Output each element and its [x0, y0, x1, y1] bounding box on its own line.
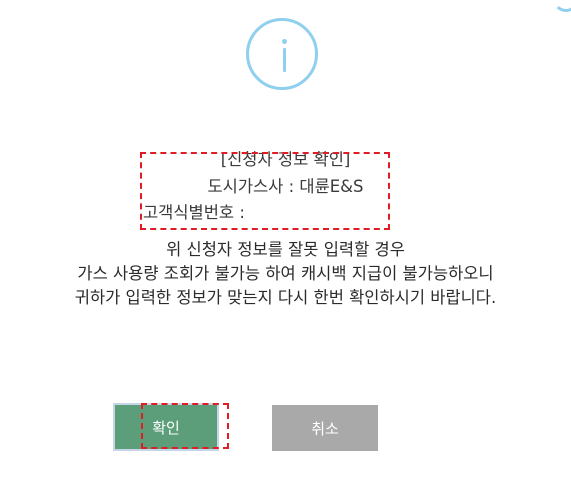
warning-line: 위 신청자 정보를 잘못 입력할 경우: [166, 240, 405, 259]
warning-message: 위 신청자 정보를 잘못 입력할 경우 가스 사용량 조회가 불가능 하여 캐시…: [0, 238, 571, 310]
warning-line: 가스 사용량 조회가 불가능 하여 캐시백 지급이 불가능하오니: [77, 264, 494, 283]
info-icon: [246, 18, 318, 90]
corner-arc-icon: [553, 0, 571, 12]
cancel-button-label: 취소: [311, 419, 339, 438]
info-icon-stem: [283, 48, 286, 72]
cancel-button[interactable]: 취소: [272, 405, 378, 451]
confirm-button[interactable]: 확인: [113, 403, 219, 451]
confirm-button-label: 확인: [152, 418, 180, 437]
info-icon-dot: [282, 39, 287, 44]
warning-line: 귀하가 입력한 정보가 맞는지 다시 한번 확인하시기 바랍니다.: [74, 288, 497, 307]
applicant-info-highlight: [140, 152, 390, 230]
